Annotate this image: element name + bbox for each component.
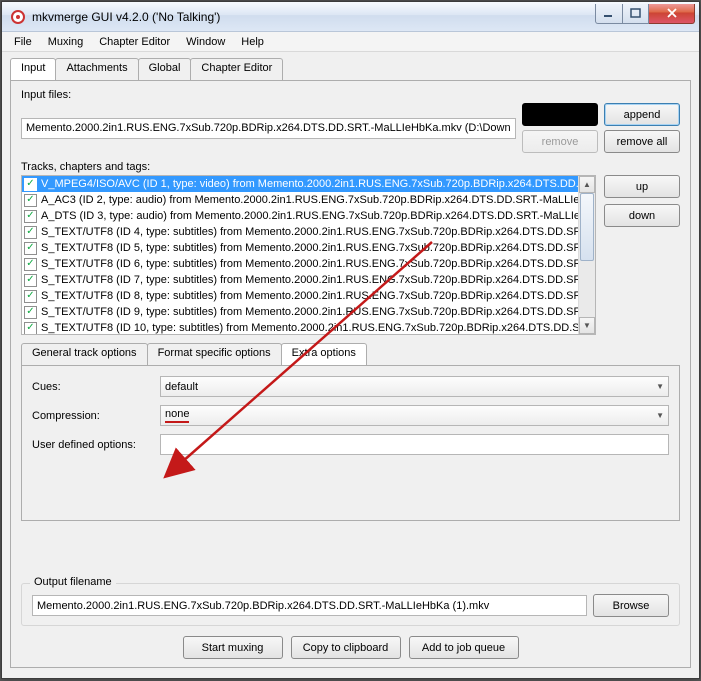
scroll-down-icon[interactable]: ▼ (579, 317, 595, 334)
minimize-button[interactable] (595, 4, 623, 24)
compression-label: Compression: (32, 410, 160, 422)
extra-options-panel: Cues: default ▼ Compression: none ▼ User… (21, 365, 680, 521)
track-checkbox[interactable] (24, 194, 37, 207)
tab-extra-options[interactable]: Extra options (281, 343, 367, 365)
menu-help[interactable]: Help (233, 34, 272, 50)
tracks-listbox[interactable]: V_MPEG4/ISO/AVC (ID 1, type: video) from… (21, 175, 596, 335)
track-label: A_AC3 (ID 2, type: audio) from Memento.2… (41, 194, 578, 206)
remove-button[interactable]: remove (522, 130, 598, 153)
client-area: Input Attachments Global Chapter Editor … (2, 52, 699, 678)
remove-all-button[interactable]: remove all (604, 130, 680, 153)
maximize-button[interactable] (623, 4, 649, 24)
menu-file[interactable]: File (6, 34, 40, 50)
tab-format-specific[interactable]: Format specific options (147, 343, 282, 365)
scroll-up-icon[interactable]: ▲ (579, 176, 595, 193)
main-tabs: Input Attachments Global Chapter Editor (10, 58, 691, 80)
add-job-queue-button[interactable]: Add to job queue (409, 636, 519, 659)
track-label: S_TEXT/UTF8 (ID 6, type: subtitles) from… (41, 258, 578, 270)
track-row[interactable]: S_TEXT/UTF8 (ID 7, type: subtitles) from… (22, 272, 578, 288)
track-row[interactable]: A_DTS (ID 3, type: audio) from Memento.2… (22, 208, 578, 224)
output-legend: Output filename (30, 576, 116, 588)
up-button[interactable]: up (604, 175, 680, 198)
cues-select[interactable]: default ▼ (160, 376, 669, 397)
track-label: S_TEXT/UTF8 (ID 5, type: subtitles) from… (41, 242, 578, 254)
window-title: mkvmerge GUI v4.2.0 ('No Talking') (32, 10, 595, 24)
track-row[interactable]: S_TEXT/UTF8 (ID 4, type: subtitles) from… (22, 224, 578, 240)
copy-clipboard-button[interactable]: Copy to clipboard (291, 636, 401, 659)
tab-chapter-editor[interactable]: Chapter Editor (190, 58, 283, 80)
compression-value: none (165, 408, 189, 423)
track-label: A_DTS (ID 3, type: audio) from Memento.2… (41, 210, 578, 222)
user-options-label: User defined options: (32, 439, 160, 451)
window-controls (595, 4, 695, 24)
app-icon (10, 9, 26, 25)
chevron-down-icon: ▼ (656, 382, 664, 391)
add-button[interactable]: add (522, 103, 598, 126)
input-file-field[interactable] (21, 118, 516, 139)
tab-attachments[interactable]: Attachments (55, 58, 138, 80)
scroll-thumb[interactable] (580, 193, 594, 261)
browse-button[interactable]: Browse (593, 594, 669, 617)
track-label: S_TEXT/UTF8 (ID 10, type: subtitles) fro… (41, 322, 578, 334)
track-label: S_TEXT/UTF8 (ID 9, type: subtitles) from… (41, 306, 578, 318)
track-row[interactable]: A_AC3 (ID 2, type: audio) from Memento.2… (22, 192, 578, 208)
track-row[interactable]: S_TEXT/UTF8 (ID 6, type: subtitles) from… (22, 256, 578, 272)
compression-select[interactable]: none ▼ (160, 405, 669, 426)
titlebar[interactable]: mkvmerge GUI v4.2.0 ('No Talking') (2, 2, 699, 32)
track-sub-tabs: General track options Format specific op… (21, 343, 680, 365)
cues-value: default (165, 381, 198, 393)
tracks-label: Tracks, chapters and tags: (21, 161, 680, 173)
menu-bar: File Muxing Chapter Editor Window Help (2, 32, 699, 52)
track-checkbox[interactable] (24, 242, 37, 255)
track-label: S_TEXT/UTF8 (ID 4, type: subtitles) from… (41, 226, 578, 238)
append-button[interactable]: append (604, 103, 680, 126)
close-button[interactable] (649, 4, 695, 24)
track-row[interactable]: S_TEXT/UTF8 (ID 5, type: subtitles) from… (22, 240, 578, 256)
track-row[interactable]: S_TEXT/UTF8 (ID 9, type: subtitles) from… (22, 304, 578, 320)
input-files-label: Input files: (21, 89, 680, 101)
tab-input[interactable]: Input (10, 58, 56, 80)
cues-label: Cues: (32, 381, 160, 393)
track-checkbox[interactable] (24, 178, 37, 191)
output-filename-field[interactable] (32, 595, 587, 616)
track-checkbox[interactable] (24, 306, 37, 319)
track-row[interactable]: S_TEXT/UTF8 (ID 10, type: subtitles) fro… (22, 320, 578, 334)
tab-global[interactable]: Global (138, 58, 192, 80)
track-label: V_MPEG4/ISO/AVC (ID 1, type: video) from… (41, 178, 578, 190)
tracks-scrollbar[interactable]: ▲ ▼ (578, 176, 595, 334)
tab-general-track[interactable]: General track options (21, 343, 148, 365)
track-checkbox[interactable] (24, 322, 37, 335)
app-window: mkvmerge GUI v4.2.0 ('No Talking') File … (1, 1, 700, 679)
menu-chapter-editor[interactable]: Chapter Editor (91, 34, 178, 50)
menu-window[interactable]: Window (178, 34, 233, 50)
track-checkbox[interactable] (24, 226, 37, 239)
down-button[interactable]: down (604, 204, 680, 227)
track-checkbox[interactable] (24, 258, 37, 271)
track-checkbox[interactable] (24, 210, 37, 223)
track-label: S_TEXT/UTF8 (ID 7, type: subtitles) from… (41, 274, 578, 286)
action-buttons: Start muxing Copy to clipboard Add to jo… (21, 636, 680, 659)
user-options-field[interactable] (160, 434, 669, 455)
chevron-down-icon: ▼ (656, 411, 664, 420)
start-muxing-button[interactable]: Start muxing (183, 636, 283, 659)
track-row[interactable]: V_MPEG4/ISO/AVC (ID 1, type: video) from… (22, 176, 578, 192)
output-group: Output filename Browse (21, 583, 680, 626)
track-row[interactable]: S_TEXT/UTF8 (ID 8, type: subtitles) from… (22, 288, 578, 304)
track-label: S_TEXT/UTF8 (ID 8, type: subtitles) from… (41, 290, 578, 302)
input-panel: Input files: add append remove remove al… (10, 80, 691, 668)
track-checkbox[interactable] (24, 274, 37, 287)
menu-muxing[interactable]: Muxing (40, 34, 91, 50)
track-checkbox[interactable] (24, 290, 37, 303)
input-files-row: add append remove remove all (21, 103, 680, 153)
